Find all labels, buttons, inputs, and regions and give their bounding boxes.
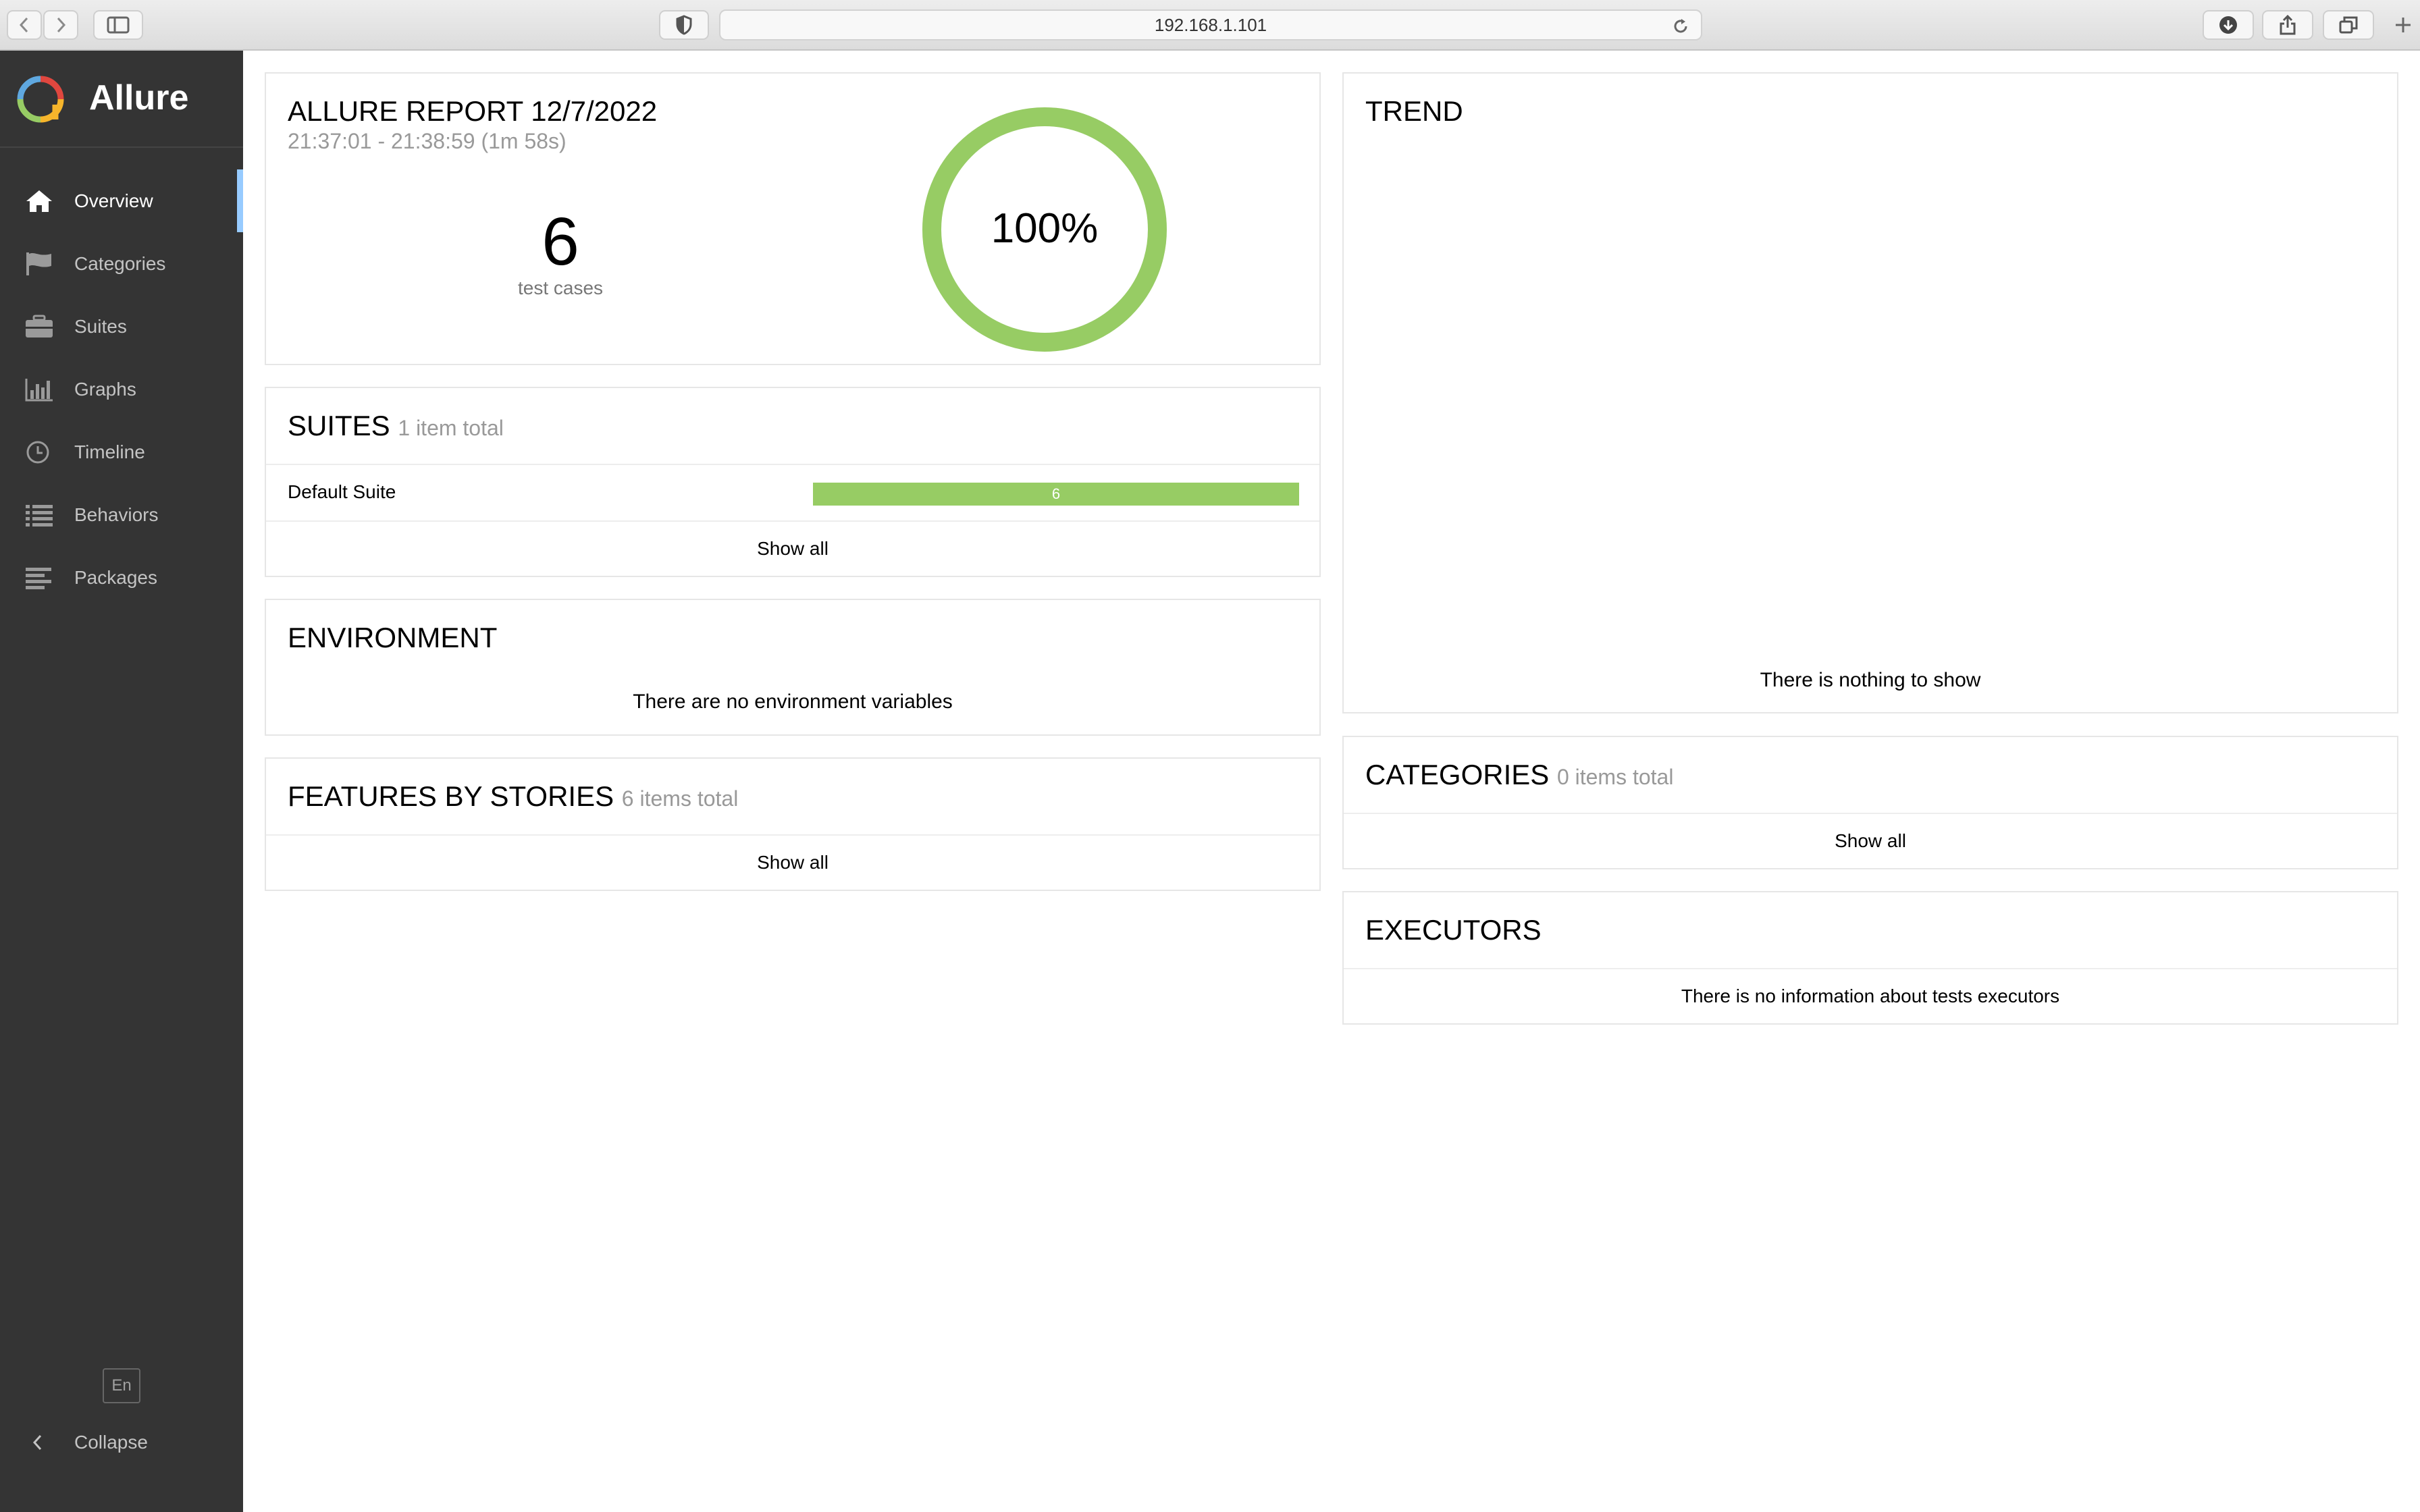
success-rate-ring: 100% [922,107,1167,352]
sidebar-item-label: Categories [74,252,166,274]
language-button[interactable]: En [103,1368,140,1403]
environment-title: ENVIRONMENT [288,622,498,653]
reload-icon[interactable] [1671,17,1690,36]
sidebar-item-categories[interactable]: Categories [0,232,243,295]
sidebar-item-suites[interactable]: Suites [0,295,243,358]
download-icon [2219,16,2237,34]
categories-heading: CATEGORIES 0 items total [1365,759,1673,791]
test-count: 6 [542,204,579,279]
share-button[interactable] [2262,10,2313,40]
collapse-button[interactable]: Collapse [0,1422,243,1463]
sidebar-item-overview[interactable]: Overview [0,169,243,232]
chevron-left-icon [32,1434,42,1451]
suite-bar-track: 6 [813,483,1299,506]
shield-icon [676,15,692,35]
divider [266,520,1319,522]
features-subtitle: 6 items total [621,786,739,811]
environment-empty-message: There are no environment variables [633,691,953,713]
suite-bar-count: 6 [1051,485,1061,502]
align-left-icon [26,568,51,589]
sidebar-item-graphs[interactable]: Graphs [0,358,243,421]
features-widget: FEATURES BY STORIES 6 items total Show a… [265,757,1321,891]
summary-widget: ALLURE REPORT 12/7/2022 21:37:01 - 21:38… [265,72,1321,365]
sidebar-item-label: Packages [74,566,157,588]
tabs-icon [2339,16,2358,34]
categories-subtitle: 0 items total [1556,765,1674,789]
browser-toolbar: 192.168.1.101 [0,0,2420,51]
executors-empty-message: There is no information about tests exec… [1681,986,2060,1006]
chevron-left-icon [19,17,28,33]
sidebar-icon [107,16,130,34]
sidebar-item-timeline[interactable]: Timeline [0,421,243,483]
environment-widget: ENVIRONMENT There are no environment var… [265,599,1321,736]
suite-name: Default Suite [288,481,396,502]
plus-icon [2396,18,2411,32]
success-rate-label: 100% [991,205,1099,252]
table-row[interactable]: Default Suite 6 [266,465,1319,520]
share-icon [2280,14,2296,35]
sidebar-item-packages[interactable]: Packages [0,546,243,609]
sidebar: Allure Overview Categories Suites Graphs… [0,51,243,1512]
list-icon [26,505,53,526]
flag-icon [26,252,51,275]
categories-title: CATEGORIES [1365,759,1550,790]
suites-title: SUITES [288,410,390,441]
suite-bar-passed: 6 [813,483,1299,506]
forward-button[interactable] [43,10,78,40]
trend-title: TREND [1365,95,1463,127]
downloads-button[interactable] [2203,10,2254,40]
new-tab-button[interactable] [2393,15,2413,38]
features-heading: FEATURES BY STORIES 6 items total [288,780,738,813]
address-bar[interactable]: 192.168.1.101 [719,9,1702,40]
categories-show-all-link[interactable]: Show all [1344,830,2397,852]
suites-widget: SUITES 1 item total Default Suite 6 Show… [265,387,1321,577]
collapse-label: Collapse [74,1432,148,1453]
executors-widget: EXECUTORS There is no information about … [1342,891,2398,1025]
divider [1344,968,2397,969]
sidebar-item-label: Graphs [74,378,136,400]
briefcase-icon [26,315,53,338]
home-icon [26,190,52,212]
allure-logo-icon [17,76,64,123]
privacy-report-button[interactable] [659,10,709,40]
suites-show-all-link[interactable]: Show all [266,538,1319,560]
back-button[interactable] [7,10,42,40]
test-count-label: test cases [517,277,604,298]
clock-icon [26,441,49,464]
features-show-all-link[interactable]: Show all [266,852,1319,873]
chevron-right-icon [57,17,66,33]
suites-heading: SUITES 1 item total [288,410,504,442]
report-time-range: 21:37:01 - 21:38:59 (1m 58s) [288,129,567,153]
bar-chart-icon [25,379,53,402]
sidebar-toggle-button[interactable] [93,10,143,40]
tabs-overview-button[interactable] [2323,10,2374,40]
divider [266,834,1319,836]
url-text: 192.168.1.101 [1154,14,1267,35]
sidebar-item-label: Timeline [74,441,145,462]
sidebar-item-label: Overview [74,190,153,211]
suites-subtitle: 1 item total [398,416,504,440]
executors-title: EXECUTORS [1365,914,1542,946]
brand[interactable]: Allure [0,51,243,148]
features-title: FEATURES BY STORIES [288,780,614,812]
categories-widget: CATEGORIES 0 items total Show all [1342,736,2398,869]
divider [1344,813,2397,814]
trend-widget: TREND There is nothing to show [1342,72,2398,713]
sidebar-item-label: Behaviors [74,504,159,525]
sidebar-item-label: Suites [74,315,127,337]
sidebar-item-behaviors[interactable]: Behaviors [0,483,243,546]
sidebar-nav: Overview Categories Suites Graphs Timeli… [0,169,243,609]
trend-empty-message: There is nothing to show [1760,669,1981,691]
brand-name: Allure [89,78,189,117]
report-title: ALLURE REPORT 12/7/2022 [288,95,658,127]
